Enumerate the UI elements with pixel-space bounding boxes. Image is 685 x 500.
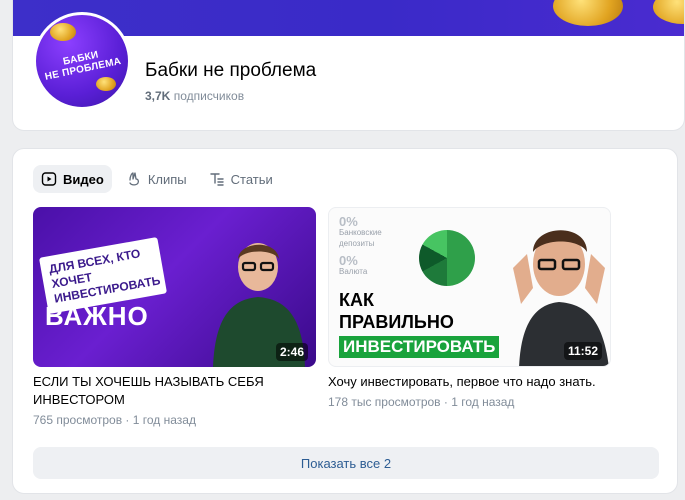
thumbnail-stat-value: 0%: [339, 214, 358, 229]
video-thumbnail[interactable]: 0% Банковские депозиты 0% Валюта КАК ПРА…: [328, 207, 611, 367]
tab-label: Статьи: [230, 171, 273, 187]
thumbnail-headline-highlight: ИНВЕСТИРОВАТЬ: [339, 336, 500, 358]
video-thumbnail[interactable]: ДЛЯ ВСЕХ, КТО ХОЧЕТ ИНВЕСТИРОВАТЬ ВАЖНО …: [33, 207, 316, 367]
coin-decoration: [50, 23, 76, 41]
subscribers-number: 3,7K: [145, 89, 171, 103]
video-list: ДЛЯ ВСЕХ, КТО ХОЧЕТ ИНВЕСТИРОВАТЬ ВАЖНО …: [33, 207, 611, 427]
tab-clips[interactable]: Клипы: [118, 165, 195, 193]
media-card: Видео Клипы Статьи ДЛЯ ВСЕХ, КТО ХОЧЕТ И…: [12, 148, 678, 494]
video-duration: 2:46: [275, 343, 308, 361]
tab-articles[interactable]: Статьи: [201, 165, 281, 193]
video-item[interactable]: 0% Банковские депозиты 0% Валюта КАК ПРА…: [328, 207, 611, 427]
thumbnail-stats: 0% Банковские депозиты 0% Валюта: [339, 214, 399, 277]
thumbnail-stat-value: 0%: [339, 253, 358, 268]
avatar-logo-text: БАБКИ НЕ ПРОБЛЕМА: [36, 44, 128, 85]
subscribers-label: подписчиков: [173, 89, 245, 103]
video-item[interactable]: ДЛЯ ВСЕХ, КТО ХОЧЕТ ИНВЕСТИРОВАТЬ ВАЖНО …: [33, 207, 316, 427]
coin-decoration: [96, 77, 116, 91]
coin-decoration: [553, 0, 623, 26]
thumbnail-stat-label: Валюта: [339, 267, 368, 276]
articles-icon: [209, 173, 224, 186]
tab-video[interactable]: Видео: [33, 165, 112, 193]
group-name[interactable]: Бабки не проблема: [145, 60, 316, 82]
thumbnail-stat-label: Банковские депозиты: [339, 228, 382, 248]
clips-icon: [129, 172, 139, 186]
thumbnail-headline: ВАЖНО: [45, 301, 149, 331]
coin-decoration: [653, 0, 684, 24]
video-meta: 765 просмотров · 1 год назад: [33, 413, 196, 427]
show-all-button[interactable]: Показать все 2: [33, 447, 659, 479]
group-header-card: БАБКИ НЕ ПРОБЛЕМА Бабки не проблема 3,7K…: [12, 0, 685, 131]
media-tabs: Видео Клипы Статьи: [33, 165, 281, 193]
video-title[interactable]: ЕСЛИ ТЫ ХОЧЕШЬ НАЗЫВАТЬ СЕБЯ ИНВЕСТОРОМ: [33, 373, 316, 409]
subscribers-count[interactable]: 3,7K подписчиков: [145, 89, 244, 103]
tab-label: Клипы: [147, 171, 187, 187]
thumbnail-headline: ПРАВИЛЬНО: [339, 312, 454, 332]
play-icon: [41, 172, 57, 186]
thumbnail-headline: КАК: [339, 290, 374, 310]
video-title[interactable]: Хочу инвестировать, первое что надо знат…: [328, 373, 611, 391]
group-avatar[interactable]: БАБКИ НЕ ПРОБЛЕМА: [33, 12, 131, 110]
video-duration: 11:52: [563, 342, 602, 360]
thumbnail-pie-graphic: [419, 230, 475, 286]
video-meta: 178 тыс просмотров · 1 год назад: [328, 395, 515, 409]
tab-label: Видео: [63, 171, 104, 187]
